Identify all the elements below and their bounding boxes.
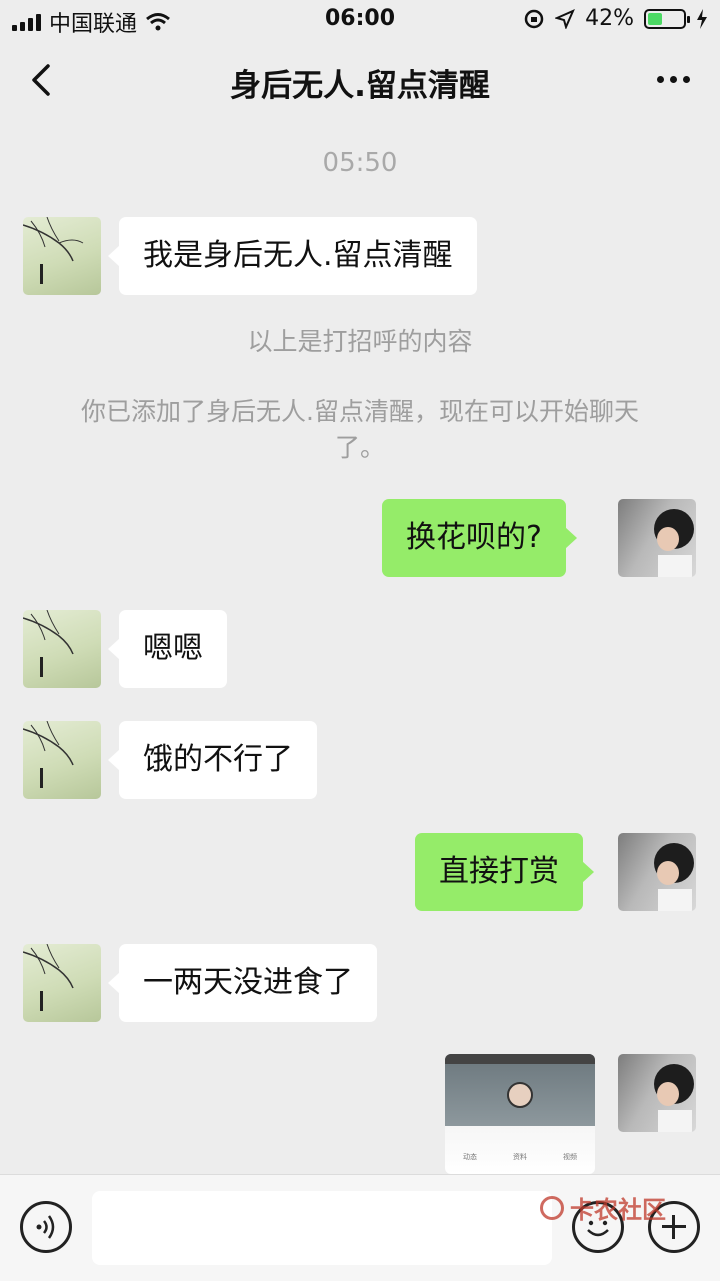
my-avatar[interactable] <box>618 833 696 911</box>
contact-avatar[interactable] <box>23 944 101 1022</box>
charging-icon <box>697 8 707 29</box>
battery-fill <box>648 12 663 25</box>
tree-silhouette-icon <box>23 610 74 677</box>
battery-percent: 42% <box>585 6 634 31</box>
tree-silhouette-icon <box>23 721 74 788</box>
orientation-lock-icon <box>524 9 544 28</box>
image-message[interactable]: 动态 资料 视频 <box>445 1054 595 1174</box>
watermark-text: 卡农社区 <box>570 1196 666 1224</box>
location-icon <box>555 8 576 29</box>
more-dot <box>657 76 664 83</box>
more-dot <box>683 76 690 83</box>
child-photo-icon <box>654 1064 694 1132</box>
thumbnail-tabs: 动态 资料 视频 <box>445 1152 595 1162</box>
system-message-added: 你已添加了身后无人.留点清醒，现在可以开始聊天了。 <box>81 397 639 462</box>
message-bubble-incoming[interactable]: 我是身后无人.留点清醒 <box>108 217 477 295</box>
child-photo-icon <box>654 843 694 911</box>
profile-avatar-thumbnail <box>507 1082 533 1108</box>
contact-avatar[interactable] <box>23 721 101 799</box>
voice-icon <box>36 1215 55 1239</box>
more-button[interactable] <box>657 76 690 83</box>
contact-avatar[interactable] <box>23 217 101 295</box>
message-timestamp: 05:50 <box>322 148 398 178</box>
navigation-bar: 身后无人.留点清醒 <box>0 40 720 122</box>
thumbnail-status-bar <box>445 1054 595 1064</box>
message-bubble-incoming[interactable]: 一两天没进食了 <box>108 944 377 1022</box>
status-right: 42% <box>523 6 708 31</box>
voice-button[interactable] <box>20 1201 72 1253</box>
my-avatar[interactable] <box>618 1054 696 1132</box>
thumbnail-tab: 资料 <box>513 1153 527 1161</box>
thumbnail-tab: 视频 <box>563 1153 577 1161</box>
system-message-greeting: 以上是打招呼的内容 <box>247 327 473 356</box>
battery-icon <box>644 8 690 29</box>
message-bubble-outgoing[interactable]: 直接打赏 <box>415 833 594 911</box>
my-avatar[interactable] <box>618 499 696 577</box>
message-bubble-outgoing[interactable]: 换花呗的? <box>382 499 577 577</box>
status-bar: 中国联通 06:00 42% <box>0 0 720 40</box>
tree-silhouette-icon <box>23 944 74 1011</box>
message-bubble-incoming[interactable]: 饿的不行了 <box>108 721 317 799</box>
thumbnail-tab: 动态 <box>463 1153 477 1161</box>
message-input[interactable] <box>92 1191 552 1265</box>
watermark-logo-icon <box>540 1195 564 1220</box>
tree-silhouette-icon <box>23 217 84 284</box>
chat-title: 身后无人.留点清醒 <box>230 68 490 104</box>
contact-avatar[interactable] <box>23 610 101 688</box>
message-bubble-incoming[interactable]: 嗯嗯 <box>108 610 227 688</box>
watermark: 卡农社区 <box>540 1190 666 1225</box>
more-dot <box>670 76 677 83</box>
child-photo-icon <box>654 509 694 577</box>
